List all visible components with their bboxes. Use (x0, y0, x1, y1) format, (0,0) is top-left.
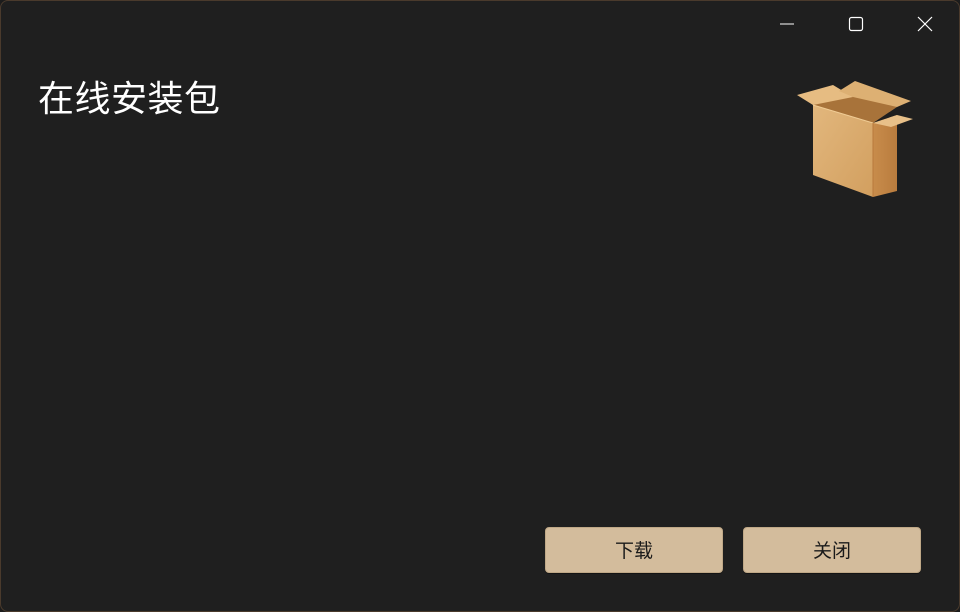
minimize-icon (779, 16, 795, 32)
page-title: 在线安装包 (38, 79, 221, 120)
window-controls (752, 1, 959, 47)
close-icon (917, 16, 933, 32)
maximize-button[interactable] (821, 1, 890, 47)
installer-window: 在线安装包 下载 关闭 (0, 0, 960, 612)
close-dialog-button[interactable]: 关闭 (743, 527, 921, 573)
download-button[interactable]: 下载 (545, 527, 723, 573)
minimize-button[interactable] (752, 1, 821, 47)
package-box-icon (795, 79, 917, 203)
close-button[interactable] (890, 1, 959, 47)
maximize-icon (848, 16, 864, 32)
